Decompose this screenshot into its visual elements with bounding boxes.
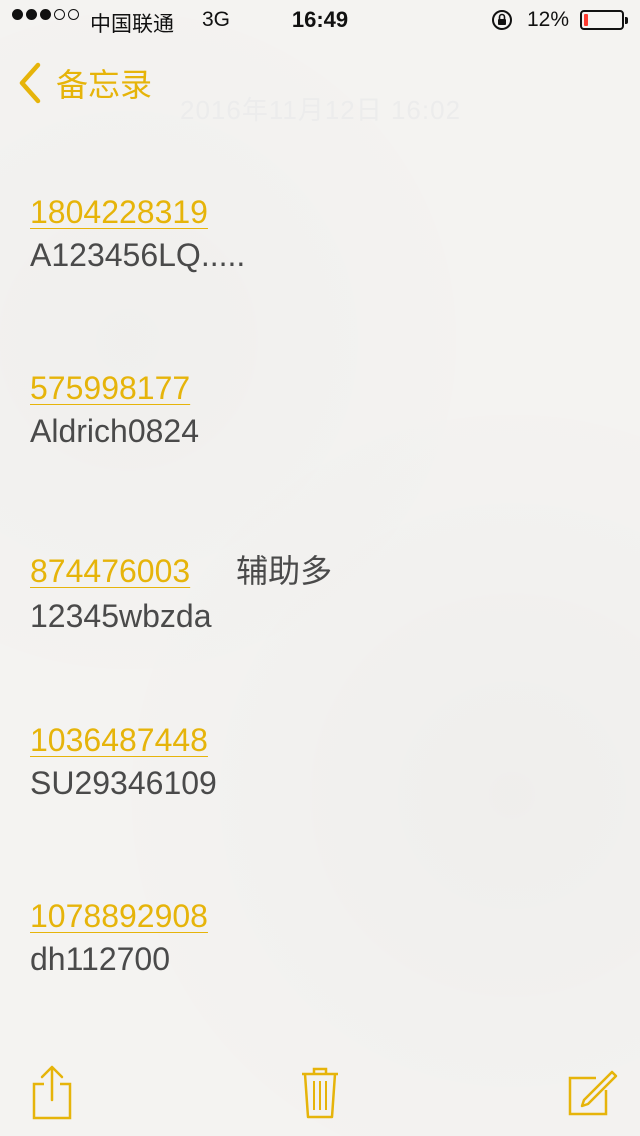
note-entry: 575998177 Aldrich0824 xyxy=(30,370,199,450)
battery-level xyxy=(584,14,588,26)
note-entry: 1036487448 SU29346109 xyxy=(30,722,217,802)
chevron-left-icon xyxy=(19,62,41,104)
trash-icon[interactable] xyxy=(300,1066,340,1120)
battery-icon xyxy=(580,10,628,30)
bottom-toolbar xyxy=(0,1058,640,1136)
compose-icon[interactable] xyxy=(566,1068,618,1118)
note-annotation: 辅助多 xyxy=(236,552,333,590)
note-entry: 1078892908 dh112700 xyxy=(30,898,208,978)
back-button-label: 备忘录 xyxy=(56,66,153,104)
note-text: A123456LQ..... xyxy=(30,237,246,273)
note-text: 12345wbzda xyxy=(30,598,212,634)
phone-number-link[interactable]: 874476003 xyxy=(30,553,190,590)
rotation-lock-icon xyxy=(492,10,512,30)
back-button[interactable]: 备忘录 xyxy=(18,60,152,106)
note-text: dh112700 xyxy=(30,941,170,977)
note-date: 2016年11月12日 16:02 xyxy=(180,95,462,125)
status-bar: 中国联通 3G 16:49 12% xyxy=(0,0,640,40)
phone-number-link[interactable]: 1078892908 xyxy=(30,898,208,935)
note-entry: 874476003 辅助多 12345wbzda xyxy=(30,546,332,635)
phone-number-link[interactable]: 1804228319 xyxy=(30,194,208,231)
battery-percent: 12% xyxy=(527,8,570,31)
note-entry: 1804228319 A123456LQ..... xyxy=(30,194,245,274)
share-icon[interactable] xyxy=(30,1064,74,1122)
navigation-bar: 2016年11月12日 16:02 备忘录 xyxy=(0,50,640,125)
phone-number-link[interactable]: 575998177 xyxy=(30,370,190,407)
note-text: Aldrich0824 xyxy=(30,413,199,449)
note-text: SU29346109 xyxy=(30,765,217,801)
phone-number-link[interactable]: 1036487448 xyxy=(30,722,208,759)
